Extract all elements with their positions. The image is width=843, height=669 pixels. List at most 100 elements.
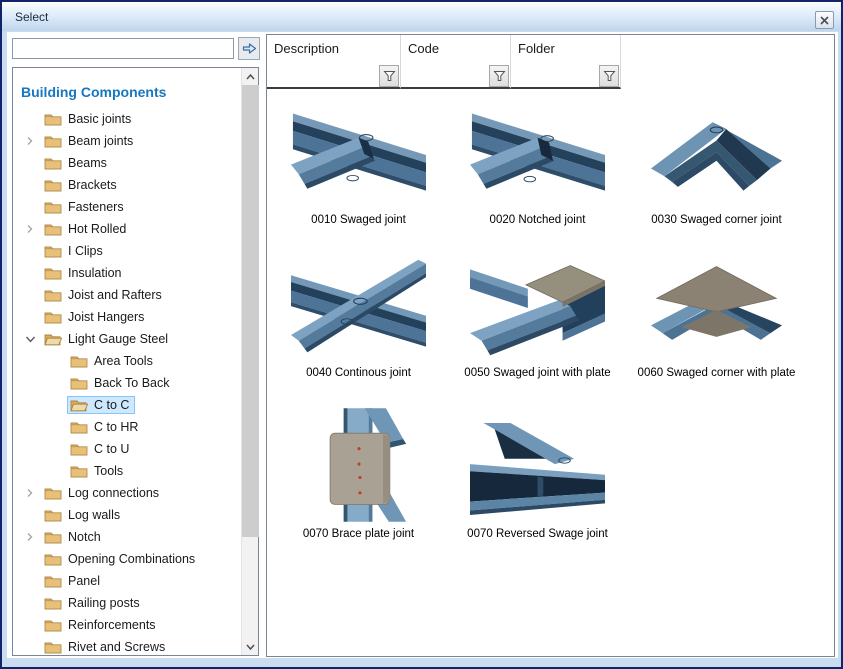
tree-item-rivet-and-screws[interactable]: Rivet and Screws: [13, 636, 241, 655]
tree-item-i-clips[interactable]: I Clips: [13, 240, 241, 262]
search-input[interactable]: [12, 38, 234, 59]
tree-item-c-to-u[interactable]: C to U: [13, 438, 241, 460]
tree-item-joist-and-rafters[interactable]: Joist and Rafters: [13, 284, 241, 306]
folder-icon: [44, 200, 62, 214]
tree-item-opening-combinations[interactable]: Opening Combinations: [13, 548, 241, 570]
scroll-up-button[interactable]: [242, 68, 259, 85]
tree-item-box[interactable]: Railing posts: [41, 594, 146, 612]
brace-plate-thumbnail-icon: [309, 403, 409, 523]
component-gallery: 0010 Swaged joint0020 Notched joint 0030 …: [267, 89, 834, 540]
tree-item-box[interactable]: Beam joints: [41, 132, 139, 150]
tree-item-box[interactable]: Beams: [41, 154, 113, 172]
tree-item-basic-joints[interactable]: Basic joints: [13, 108, 241, 130]
component-tile-0070-reversed-swage-joint[interactable]: 0070 Reversed Swage joint: [448, 403, 627, 540]
tree-item-box[interactable]: Log walls: [41, 506, 126, 524]
tree-item-panel[interactable]: Panel: [13, 570, 241, 592]
tree-item-label: Reinforcements: [68, 618, 156, 632]
tree-item-beams[interactable]: Beams: [13, 152, 241, 174]
tree-item-beam-joints[interactable]: Beam joints: [13, 130, 241, 152]
tree-item-box[interactable]: Back To Back: [67, 374, 176, 392]
tree-item-box[interactable]: I Clips: [41, 242, 109, 260]
tree-item-box[interactable]: Area Tools: [67, 352, 159, 370]
tree-root-label: Building Components: [21, 84, 241, 100]
tree-item-box[interactable]: C to HR: [67, 418, 144, 436]
chevron-right-icon[interactable]: [25, 135, 41, 147]
folder-icon: [70, 420, 88, 434]
tree-item-reinforcements[interactable]: Reinforcements: [13, 614, 241, 636]
chevron-spacer: [25, 553, 41, 565]
tree-item-label: C to HR: [94, 420, 138, 434]
component-tile-0050-swaged-joint-with-plate[interactable]: 0050 Swaged joint with plate: [448, 250, 627, 379]
tree-item-joist-hangers[interactable]: Joist Hangers: [13, 306, 241, 328]
tree-item-box[interactable]: Tools: [67, 462, 129, 480]
column-folder[interactable]: Folder: [511, 35, 621, 89]
gallery-row: 0070 Brace plate joint0070 Reversed Swag…: [269, 403, 834, 540]
component-caption: 0030 Swaged corner joint: [651, 214, 781, 226]
filter-button-folder[interactable]: [599, 65, 619, 87]
tree-item-box[interactable]: Rivet and Screws: [41, 638, 171, 655]
gallery-row: 0010 Swaged joint0020 Notched joint 0030 …: [269, 97, 834, 226]
tree-item-box[interactable]: Notch: [41, 528, 107, 546]
component-tile-0010-swaged-joint[interactable]: 0010 Swaged joint: [269, 97, 448, 226]
tree-item-c-to-hr[interactable]: C to HR: [13, 416, 241, 438]
component-tile-0030-swaged-corner-joint[interactable]: 0030 Swaged corner joint: [627, 97, 806, 226]
close-button[interactable]: [815, 11, 834, 29]
filter-button-description[interactable]: [379, 65, 399, 87]
tree-item-tools[interactable]: Tools: [13, 460, 241, 482]
close-icon: [820, 16, 829, 25]
tree-item-label: Rivet and Screws: [68, 640, 165, 654]
tree-item-box[interactable]: Insulation: [41, 264, 128, 282]
chevron-right-icon[interactable]: [25, 223, 41, 235]
select-dialog-window: Select Building Components Basic jointsB…: [0, 0, 843, 669]
tree-item-railing-posts[interactable]: Railing posts: [13, 592, 241, 614]
tree-item-fasteners[interactable]: Fasteners: [13, 196, 241, 218]
tree-item-log-connections[interactable]: Log connections: [13, 482, 241, 504]
chevron-right-icon[interactable]: [25, 531, 41, 543]
filter-button-code[interactable]: [489, 65, 509, 87]
tree-item-box[interactable]: Joist Hangers: [41, 308, 150, 326]
tree-item-box[interactable]: Brackets: [41, 176, 123, 194]
tree-item-insulation[interactable]: Insulation: [13, 262, 241, 284]
tree-item-box[interactable]: Hot Rolled: [41, 220, 132, 238]
corner-thumbnail-icon: [649, 97, 784, 209]
tree-item-box[interactable]: Fasteners: [41, 198, 130, 216]
component-tile-0060-swaged-corner-with-plate[interactable]: 0060 Swaged corner with plate: [627, 250, 806, 379]
tree-item-box[interactable]: Light Gauge Steel: [41, 330, 174, 348]
chevron-spacer: [51, 465, 67, 477]
column-code[interactable]: Code: [401, 35, 511, 89]
tree-selection-box[interactable]: C to C: [67, 396, 135, 414]
tree-item-box[interactable]: Reinforcements: [41, 616, 162, 634]
chevron-down-icon[interactable]: [25, 333, 41, 345]
chevron-spacer: [25, 245, 41, 257]
tree-item-notch[interactable]: Notch: [13, 526, 241, 548]
tree-item-light-gauge-steel[interactable]: Light Gauge Steel: [13, 328, 241, 350]
component-tile-0070-brace-plate-joint[interactable]: 0070 Brace plate joint: [269, 403, 448, 540]
component-tile-0020-notched-joint[interactable]: 0020 Notched joint: [448, 97, 627, 226]
tree-item-hot-rolled[interactable]: Hot Rolled: [13, 218, 241, 240]
component-tile-0040-continous-joint[interactable]: 0040 Continous joint: [269, 250, 448, 379]
scroll-down-button[interactable]: [242, 638, 259, 655]
tree-item-c-to-c[interactable]: C to C: [13, 394, 241, 416]
folder-icon: [44, 552, 62, 566]
tree-item-box[interactable]: Log connections: [41, 484, 165, 502]
tree-item-log-walls[interactable]: Log walls: [13, 504, 241, 526]
search-go-button[interactable]: [238, 37, 260, 60]
tree-item-brackets[interactable]: Brackets: [13, 174, 241, 196]
column-description[interactable]: Description: [267, 35, 401, 89]
tree-item-label: Panel: [68, 574, 100, 588]
tree-item-area-tools[interactable]: Area Tools: [13, 350, 241, 372]
tree-item-label: Opening Combinations: [68, 552, 195, 566]
component-caption: 0050 Swaged joint with plate: [464, 367, 610, 379]
tree-item-box[interactable]: Opening Combinations: [41, 550, 201, 568]
chevron-right-icon[interactable]: [25, 487, 41, 499]
tree-scrollbar[interactable]: [241, 68, 258, 655]
folder-icon: [44, 244, 62, 258]
tree-item-box[interactable]: Basic joints: [41, 110, 137, 128]
tree-item-back-to-back[interactable]: Back To Back: [13, 372, 241, 394]
folder-icon: [70, 376, 88, 390]
tree-item-box[interactable]: C to U: [67, 440, 135, 458]
tree-item-label: I Clips: [68, 244, 103, 258]
tree-item-box[interactable]: Joist and Rafters: [41, 286, 168, 304]
tree-item-box[interactable]: Panel: [41, 572, 106, 590]
scrollbar-thumb[interactable]: [242, 85, 259, 537]
